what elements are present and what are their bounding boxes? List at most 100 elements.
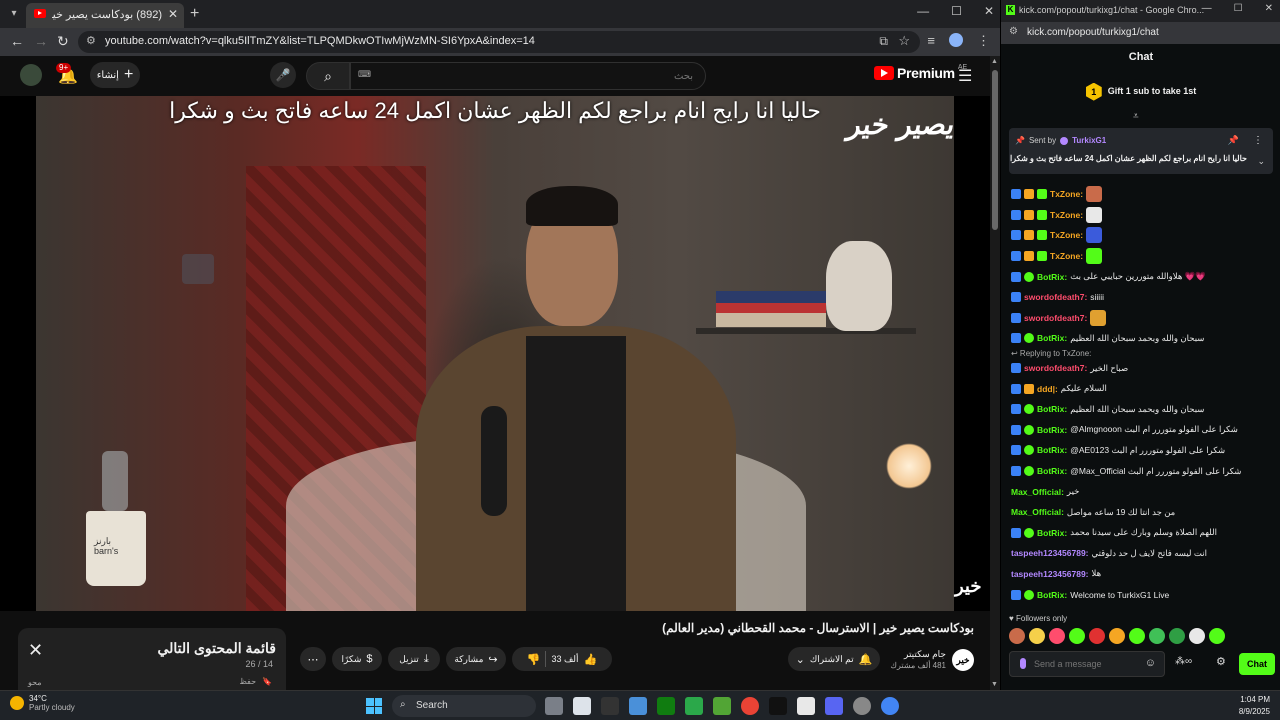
chat-username[interactable]: swordofdeath7: [1024, 292, 1087, 302]
search-icon[interactable]: ⌕ [306, 62, 350, 90]
subscriber-badge-icon[interactable] [1037, 189, 1047, 200]
channel-name[interactable]: جام سكتيتر [904, 649, 946, 660]
chat-message[interactable]: swordofdeath7: siiiii [1011, 287, 1273, 308]
whatsapp-icon[interactable] [685, 697, 703, 715]
send-chat-button[interactable]: Chat [1239, 653, 1275, 675]
reload-icon[interactable]: ↻ [57, 33, 69, 50]
discord-icon[interactable] [825, 697, 843, 715]
minimize-icon[interactable]: — [917, 4, 929, 18]
moderator-badge-icon[interactable] [1011, 271, 1021, 282]
like-count[interactable]: 33 ألف [551, 654, 578, 665]
moderator-badge-icon[interactable] [1011, 527, 1021, 538]
collapse-icon[interactable]: ⩡ [1133, 111, 1139, 122]
emote-icon[interactable] [1049, 628, 1065, 644]
chat-message[interactable]: taspeeh123456789: هلا [1011, 564, 1273, 585]
xbox-icon[interactable] [657, 697, 675, 715]
pinned-user[interactable]: TurkixG1 [1072, 136, 1106, 145]
chat-username[interactable]: BotRix: [1037, 272, 1067, 282]
tiktok-icon[interactable] [769, 697, 787, 715]
verified-badge-icon[interactable] [1024, 271, 1034, 282]
moderator-badge-icon[interactable] [1011, 230, 1021, 241]
chrome-icon[interactable] [741, 697, 759, 715]
moderator-badge-icon[interactable] [1011, 209, 1021, 220]
emote-icon[interactable] [1169, 628, 1185, 644]
crown-badge-icon[interactable] [1024, 383, 1034, 394]
chat-message[interactable]: BotRix: @AE0123 شكرا على الفولو متوررر ام… [1011, 440, 1273, 461]
browser-menu-icon[interactable]: ⋮ [977, 33, 990, 49]
unpin-icon[interactable]: 📌 [1228, 135, 1239, 146]
url-field[interactable]: ⚙ youtube.com/watch?v=qlku5IlTmZY&list=T… [78, 31, 920, 53]
crown-badge-icon[interactable] [1024, 209, 1034, 220]
chat-username[interactable]: BotRix: [1037, 404, 1067, 414]
chat-username[interactable]: TxZone: [1050, 210, 1083, 220]
chat-username[interactable]: BotRix: [1037, 590, 1067, 600]
chat-message[interactable]: BotRix: سبحان والله وبحمد سبحان الله العظ… [1011, 328, 1273, 349]
account-avatar[interactable] [20, 64, 42, 86]
chat-message[interactable]: BotRix: @Max_Official شكرا على الفولو متو… [1011, 461, 1273, 482]
install-app-icon[interactable]: ⧉ [879, 34, 888, 49]
clock[interactable]: 1:04 PM 8/9/2025 [1239, 694, 1270, 718]
chat-message[interactable]: ddd|: السلام عليكم [1011, 378, 1273, 399]
window-app-icon[interactable] [629, 697, 647, 715]
moderator-badge-icon[interactable] [1011, 404, 1021, 415]
obs-icon[interactable] [853, 697, 871, 715]
crown-badge-icon[interactable] [1024, 189, 1034, 200]
video-frame[interactable]: بارنز barn's [36, 96, 954, 611]
emote-icon[interactable] [1209, 628, 1225, 644]
more-vert-icon[interactable]: ⋮ [1253, 135, 1263, 146]
bookmark-star-icon[interactable]: ☆ [898, 33, 910, 49]
moderator-badge-icon[interactable] [1011, 589, 1021, 600]
verified-badge-icon[interactable] [1024, 333, 1034, 344]
verified-badge-icon[interactable] [1024, 404, 1034, 415]
more-actions-button[interactable]: ⋯ [300, 647, 326, 671]
browser-tab-youtube[interactable]: (892) بودكاست يصير خير | الا ✕ [26, 3, 184, 28]
expand-chevron-icon[interactable]: ⌄ [1257, 156, 1265, 167]
chat-username[interactable]: BotRix: [1037, 528, 1067, 538]
crown-badge-icon[interactable] [1024, 230, 1034, 241]
start-menu-icon[interactable] [366, 698, 382, 714]
box-app-icon[interactable] [797, 697, 815, 715]
create-button[interactable]: إنشاء + [90, 62, 140, 88]
channel-avatar[interactable]: خير [952, 649, 974, 671]
emote-icon[interactable] [1089, 628, 1105, 644]
chat-settings-icon[interactable]: ⚙ [1216, 655, 1226, 668]
chat-username[interactable]: BotRix: [1037, 425, 1067, 435]
moderator-badge-icon[interactable] [1011, 312, 1021, 323]
chat-message[interactable]: BotRix: سبحان والله وبحمد سبحان الله العظ… [1011, 399, 1273, 420]
emote-icon[interactable] [1109, 628, 1125, 644]
profile-avatar[interactable] [949, 33, 963, 47]
moderator-badge-icon[interactable] [1011, 292, 1021, 303]
chat-message-list[interactable]: TxZone: TxZone: TxZone: TxZone: BotRix: هلاوا… [1011, 184, 1273, 614]
close-tab-icon[interactable]: ✕ [168, 7, 178, 21]
subscriber-badge-icon[interactable] [1037, 251, 1047, 262]
emote-icon[interactable] [1069, 628, 1085, 644]
gift-sub-banner[interactable]: 1 Gift 1 sub to take 1st [1001, 76, 1280, 106]
voice-search-icon[interactable]: 🎤 [270, 62, 296, 88]
kick-extension-icon[interactable]: ⁂∞ [1175, 656, 1192, 667]
playlist-save-button[interactable]: حفظ 🔖 [239, 677, 272, 686]
youtube-premium-logo[interactable]: Premium AE [874, 64, 967, 81]
hamburger-menu-icon[interactable]: ☰ [958, 66, 972, 86]
dislike-icon[interactable]: 👎 [527, 653, 541, 666]
message-input[interactable] [1034, 656, 1144, 672]
mic-icon[interactable] [1020, 658, 1026, 669]
moderator-badge-icon[interactable] [1011, 189, 1021, 200]
channel-info[interactable]: خير جام سكتيتر 481 ألف مشترك [890, 647, 974, 673]
thanks-button[interactable]: شكرًا $ [332, 647, 382, 671]
emote-icon[interactable] [1029, 628, 1045, 644]
new-tab-icon[interactable]: + [190, 5, 199, 23]
verified-badge-icon[interactable] [1024, 527, 1034, 538]
chat-username[interactable]: TxZone: [1050, 251, 1083, 261]
site-info-icon[interactable]: ⚙ [86, 34, 96, 47]
chat-message[interactable]: TxZone: [1011, 225, 1273, 246]
chat-username[interactable]: taspeeh123456789: [1011, 569, 1089, 579]
site-info-icon[interactable]: ⚙ [1009, 26, 1018, 37]
chat-message[interactable]: BotRix: هلاوالله متوررين حبايبي على بث 💗💗 [1011, 266, 1273, 287]
chrome-active-icon[interactable] [881, 697, 899, 715]
back-icon[interactable]: ← [10, 33, 24, 49]
chat-username[interactable]: BotRix: [1037, 445, 1067, 455]
message-input-box[interactable]: ☺ [1009, 651, 1165, 677]
moderator-badge-icon[interactable] [1011, 466, 1021, 477]
crown-badge-icon[interactable] [1024, 251, 1034, 262]
chat-username[interactable]: TxZone: [1050, 230, 1083, 240]
